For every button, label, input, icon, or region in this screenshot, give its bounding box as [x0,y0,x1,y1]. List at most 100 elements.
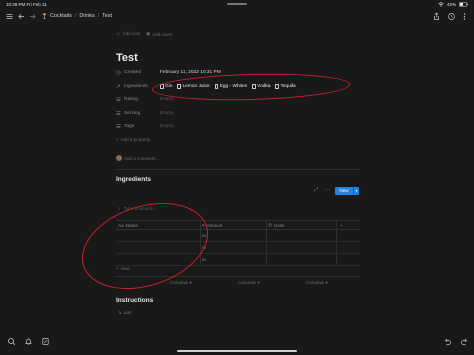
battery-percent: 42% [446,1,456,7]
new-button-label: New [339,188,349,193]
text-type-icon: Aa [118,222,124,228]
divider [116,169,360,170]
calculate-dropdown[interactable]: Calculate ▾ [170,280,192,286]
redo-icon[interactable] [460,337,469,346]
breadcrumb: Cocktails / Drinks / Test [42,13,112,19]
filter-placeholder: Type to search... [123,206,158,211]
ingredients-table: Aa Name # Amount ◎ Units + 50 50 50 [116,220,360,275]
add-property-button[interactable]: + Add a property [116,137,150,142]
table-row[interactable]: 50 [116,242,360,254]
ingredient-chip[interactable]: Vodka [252,84,270,89]
toolbar: Cocktails / Drinks / Test [0,10,474,23]
ingredient-chip[interactable]: Tequila [275,84,296,89]
more-options-icon[interactable]: ··· [325,187,330,193]
property-value: Empty [160,111,174,116]
property-name: Ingredients [124,84,148,89]
property-tags[interactable]: ☰ Tags Empty [116,122,360,131]
property-value: February 11, 2022 10:31 PM [160,70,221,75]
table-row[interactable]: 50 [116,230,360,242]
breadcrumb-item-cocktails[interactable]: Cocktails [50,13,72,19]
updates-clock-icon[interactable] [447,12,456,21]
property-ingredients[interactable]: ↗ Ingredients Gin Lemon Juice Egg - Whit… [116,82,360,91]
add-icon-label: Add icon [122,31,141,36]
filter-input[interactable]: ⌕ Type to search... [118,204,358,213]
property-created[interactable]: ◷ Created February 11, 2022 10:31 PM [116,68,360,77]
search-icon[interactable] [7,337,16,346]
amount-cell[interactable]: 50 [202,258,206,262]
instructions-list-view[interactable]: ↳ List [118,310,131,316]
status-time-text: 10:38 PM [6,2,26,7]
list-icon: ☰ [116,96,121,103]
new-page-icon[interactable] [41,337,50,346]
property-serving[interactable]: ☰ Serving Empty [116,109,360,118]
breadcrumb-item-test[interactable]: Test [102,13,112,19]
avatar [116,155,122,161]
column-header-amount[interactable]: # Amount [200,220,266,230]
breadcrumb-separator: / [97,13,100,19]
column-label: Amount [206,222,223,228]
status-right: 42% [438,2,468,7]
expand-arrow-icon[interactable]: ⤢ [314,187,318,193]
add-column-button[interactable]: + [338,220,358,230]
property-name: Serving [124,111,141,116]
add-cover-button[interactable]: ▣ Add cover [146,31,173,37]
calculate-label: Calculate [238,280,257,285]
new-button[interactable]: New ▾ [335,187,359,195]
clock-icon: ◷ [116,69,121,76]
add-cover-label: Add cover [152,31,173,37]
ingredients-heading[interactable]: Ingredients [116,176,151,183]
chip-label: Vodka [257,84,271,89]
document-icon [214,84,219,89]
breadcrumb-separator: / [74,13,77,19]
list-icon: ☰ [116,123,121,130]
property-name: Rating [124,97,138,102]
page-title[interactable]: Test [116,52,138,64]
calculate-dropdown[interactable]: Calculate ▾ [306,280,328,286]
chip-label: Lemon Juice [182,84,210,89]
document-icon [160,84,164,89]
number-type-icon: # [202,222,205,228]
multitasking-indicator[interactable] [227,3,247,5]
ingredient-chip[interactable]: Lemon Juice [177,84,210,89]
document-icon [252,84,256,89]
list-label: List [123,310,132,315]
calculate-label: Calculate [306,280,325,285]
comment-placeholder: Add a comment... [124,155,160,161]
chip-label: Gin [165,84,173,89]
ingredient-chip[interactable]: Gin [160,84,172,89]
forward-arrow-icon[interactable] [28,12,37,21]
plus-icon: + [116,266,119,271]
bell-icon[interactable] [24,337,33,346]
amount-cell[interactable]: 50 [202,246,206,250]
relation-arrow-icon: ↗ [116,83,121,90]
wifi-icon [438,1,444,7]
sidebar-menu-icon[interactable] [5,12,14,21]
share-icon[interactable] [432,12,441,21]
new-row-button[interactable]: + New [116,266,130,271]
calculate-dropdown[interactable]: Calculate ▾ [238,280,260,286]
calculate-label: Calculate [170,280,189,285]
search-icon: ⌕ [118,206,121,211]
property-rating[interactable]: ☰ Rating Empty [116,95,360,104]
more-options-icon[interactable] [460,12,469,21]
table-row[interactable]: 50 [116,254,360,266]
column-label: Name [125,222,138,228]
back-arrow-icon[interactable] [17,12,26,21]
list-view-icon: ↳ [118,310,122,315]
breadcrumb-item-drinks[interactable]: Drinks [79,13,94,19]
chip-label: Egg - Whites [219,84,248,89]
home-indicator[interactable] [177,350,297,352]
column-header-units[interactable]: ◎ Units [266,220,336,230]
amount-cell[interactable]: 50 [202,234,206,238]
undo-icon[interactable] [443,337,452,346]
comment-input[interactable]: Add a comment... [116,155,159,161]
property-name: Tags [124,124,135,129]
image-icon: ▣ [146,31,151,36]
battery-icon [459,1,468,7]
add-icon-button[interactable]: ☺ Add icon [116,31,140,36]
column-header-name[interactable]: Aa Name [116,220,200,230]
chevron-down-icon[interactable]: ▾ [353,187,359,195]
instructions-heading[interactable]: Instructions [116,297,153,304]
select-type-icon: ◎ [268,222,273,227]
ingredient-chip[interactable]: Egg - Whites [214,84,248,89]
